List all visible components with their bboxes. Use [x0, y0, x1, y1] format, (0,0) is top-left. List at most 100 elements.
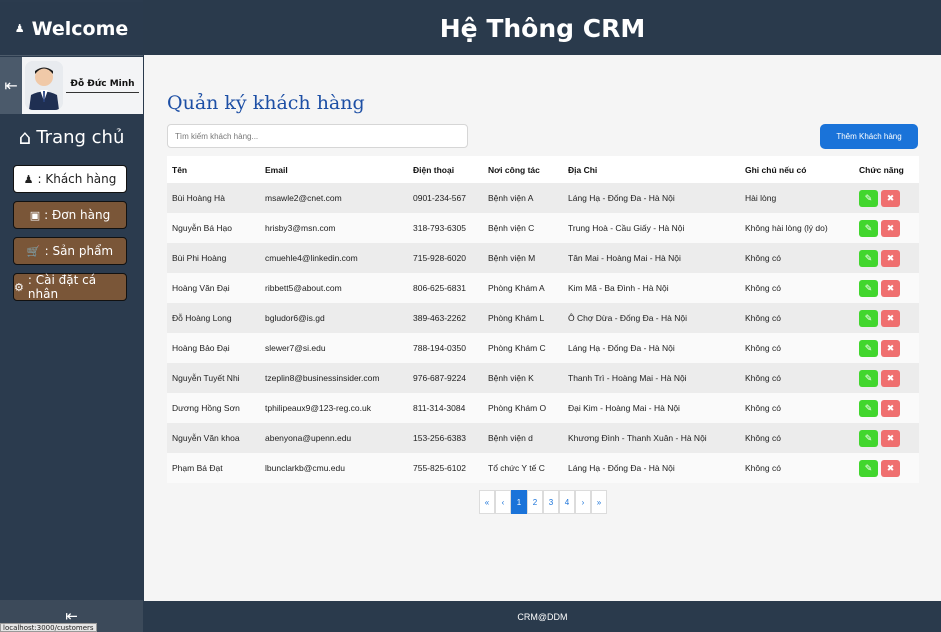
sidebar-item-label: : Khách hàng [37, 172, 117, 186]
table-cell: 389-463-2262 [408, 303, 483, 333]
table-cell: Không có [740, 423, 854, 453]
table-row: Phạm Bá Đạt lbunclarkb@cmu.edu 755-825-610… [167, 453, 919, 483]
app-title: Hệ Thông CRM [439, 14, 646, 43]
trash-icon[interactable]: ✖ [881, 339, 900, 357]
edit-icon[interactable]: ✎ [859, 429, 878, 447]
row-actions: ✎ ✖ [859, 369, 919, 387]
actions-cell: ✎ ✖ [854, 303, 919, 333]
table-cell: ribbett5@about.com [260, 273, 408, 303]
logout-icon[interactable]: ⇤ [0, 57, 22, 114]
sidebar-item-label: : Cài đặt cá nhân [27, 273, 97, 301]
table-cell: 715-928-6020 [408, 243, 483, 273]
search-input[interactable] [167, 124, 468, 148]
trash-icon[interactable]: ✖ [881, 219, 900, 237]
sidebar-item-customers[interactable]: ♟ : Khách hàng [13, 165, 127, 193]
table-cell: tphilipeaux9@123-reg.co.uk [260, 393, 408, 423]
page-title: Quản ký khách hàng [167, 92, 365, 114]
home-icon: ⌂ [18, 125, 32, 149]
edit-icon[interactable]: ✎ [859, 249, 878, 267]
row-actions: ✎ ✖ [859, 459, 919, 477]
trash-icon[interactable]: ✖ [881, 399, 900, 417]
table-cell: Khương Đình - Thanh Xuân - Hà Nội [563, 423, 740, 453]
table-cell: Hoàng Bảo Đại [167, 333, 260, 363]
page-button[interactable]: » [591, 490, 607, 514]
table-cell: Nguyễn Tuyết Nhi [167, 363, 260, 393]
user-card: ⇤ Đỗ Đức Minh [0, 57, 143, 114]
table-cell: Không có [740, 333, 854, 363]
sidebar-item-products[interactable]: 🛒 : Sản phẩm [13, 237, 127, 265]
trash-icon[interactable]: ✖ [881, 369, 900, 387]
trash-icon[interactable]: ✖ [881, 459, 900, 477]
row-actions: ✎ ✖ [859, 249, 919, 267]
table-body: Bùi Hoàng Hà msawle2@cnet.com 0901-234-567… [167, 183, 919, 483]
page-button[interactable]: « [479, 490, 495, 514]
edit-icon[interactable]: ✎ [859, 189, 878, 207]
sidebar: ♟ Welcome ⇤ Đỗ Đức Minh ⌂ Trang chủ ♟ : … [0, 0, 143, 632]
table-cell: Phòng Khám C [483, 333, 563, 363]
trash-icon[interactable]: ✖ [881, 429, 900, 447]
row-actions: ✎ ✖ [859, 339, 919, 357]
table-cell: Không có [740, 243, 854, 273]
table-cell: abenyona@upenn.edu [260, 423, 408, 453]
trash-icon[interactable]: ✖ [881, 279, 900, 297]
actions-cell: ✎ ✖ [854, 183, 919, 213]
page-button[interactable]: 3 [543, 490, 559, 514]
edit-icon[interactable]: ✎ [859, 459, 878, 477]
table-cell: Nguyễn Bá Hạo [167, 213, 260, 243]
table-cell: Dương Hồng Sơn [167, 393, 260, 423]
trash-icon[interactable]: ✖ [881, 309, 900, 327]
table-cell: lbunclarkb@cmu.edu [260, 453, 408, 483]
actions-cell: ✎ ✖ [854, 213, 919, 243]
edit-icon[interactable]: ✎ [859, 399, 878, 417]
table-cell: msawle2@cnet.com [260, 183, 408, 213]
sidebar-item-label: : Sản phẩm [44, 244, 114, 258]
table-cell: Không có [740, 453, 854, 483]
table-cell: Thanh Trì - Hoàng Mai - Hà Nội [563, 363, 740, 393]
table-row: Đỗ Hoàng Long bgludor6@is.gd 389-463-2262 P… [167, 303, 919, 333]
table-row: Nguyễn Văn khoa abenyona@upenn.edu 153-256… [167, 423, 919, 453]
home-link[interactable]: ⌂ Trang chủ [0, 125, 143, 149]
trash-icon[interactable]: ✖ [881, 249, 900, 267]
table-cell: Bệnh viện C [483, 213, 563, 243]
cart-icon: 🛒 [26, 244, 41, 258]
actions-cell: ✎ ✖ [854, 243, 919, 273]
page-button[interactable]: 2 [527, 490, 543, 514]
table-row: Nguyễn Tuyết Nhi tzeplin8@businessinsider… [167, 363, 919, 393]
trash-icon[interactable]: ✖ [881, 189, 900, 207]
table-cell: Đỗ Hoàng Long [167, 303, 260, 333]
main-content: Quản ký khách hàng Thêm Khách hàng Tên E… [144, 55, 941, 601]
table-row: Dương Hồng Sơn tphilipeaux9@123-reg.co.uk… [167, 393, 919, 423]
table-cell: Bệnh viện A [483, 183, 563, 213]
table-cell: Bệnh viện M [483, 243, 563, 273]
page-button[interactable]: 1 [511, 490, 527, 514]
page-header: Hệ Thông CRM [144, 2, 941, 55]
table-cell: Bùi Phi Hoàng [167, 243, 260, 273]
row-actions: ✎ ✖ [859, 309, 919, 327]
add-customer-button[interactable]: Thêm Khách hàng [820, 124, 918, 149]
column-header: Email [260, 156, 408, 183]
actions-cell: ✎ ✖ [854, 393, 919, 423]
edit-icon[interactable]: ✎ [859, 339, 878, 357]
actions-cell: ✎ ✖ [854, 333, 919, 363]
table-cell: 788-194-0350 [408, 333, 483, 363]
edit-icon[interactable]: ✎ [859, 309, 878, 327]
row-actions: ✎ ✖ [859, 189, 919, 207]
welcome-label: Welcome [31, 17, 129, 40]
table-cell: Láng Hạ - Đống Đa - Hà Nội [563, 453, 740, 483]
edit-icon[interactable]: ✎ [859, 219, 878, 237]
page-button[interactable]: ‹ [495, 490, 511, 514]
sidebar-item-settings[interactable]: ⚙ : Cài đặt cá nhân [13, 273, 127, 301]
sidebar-item-orders[interactable]: ▣ : Đơn hàng [13, 201, 127, 229]
table-row: Nguyễn Bá Hạo hrisby3@msn.com 318-793-6305… [167, 213, 919, 243]
page-button[interactable]: › [575, 490, 591, 514]
table-cell: Không hài lòng (lý do) [740, 213, 854, 243]
pagination: «‹ 1 2 3 4 ›» [479, 490, 607, 514]
row-actions: ✎ ✖ [859, 279, 919, 297]
table-cell: 811-314-3084 [408, 393, 483, 423]
table-cell: Bệnh viện d [483, 423, 563, 453]
page-button[interactable]: 4 [559, 490, 575, 514]
edit-icon[interactable]: ✎ [859, 369, 878, 387]
edit-icon[interactable]: ✎ [859, 279, 878, 297]
sidebar-nav: ♟ : Khách hàng ▣ : Đơn hàng 🛒 : Sản phẩm… [13, 165, 127, 309]
column-header: Chức năng [854, 156, 919, 183]
